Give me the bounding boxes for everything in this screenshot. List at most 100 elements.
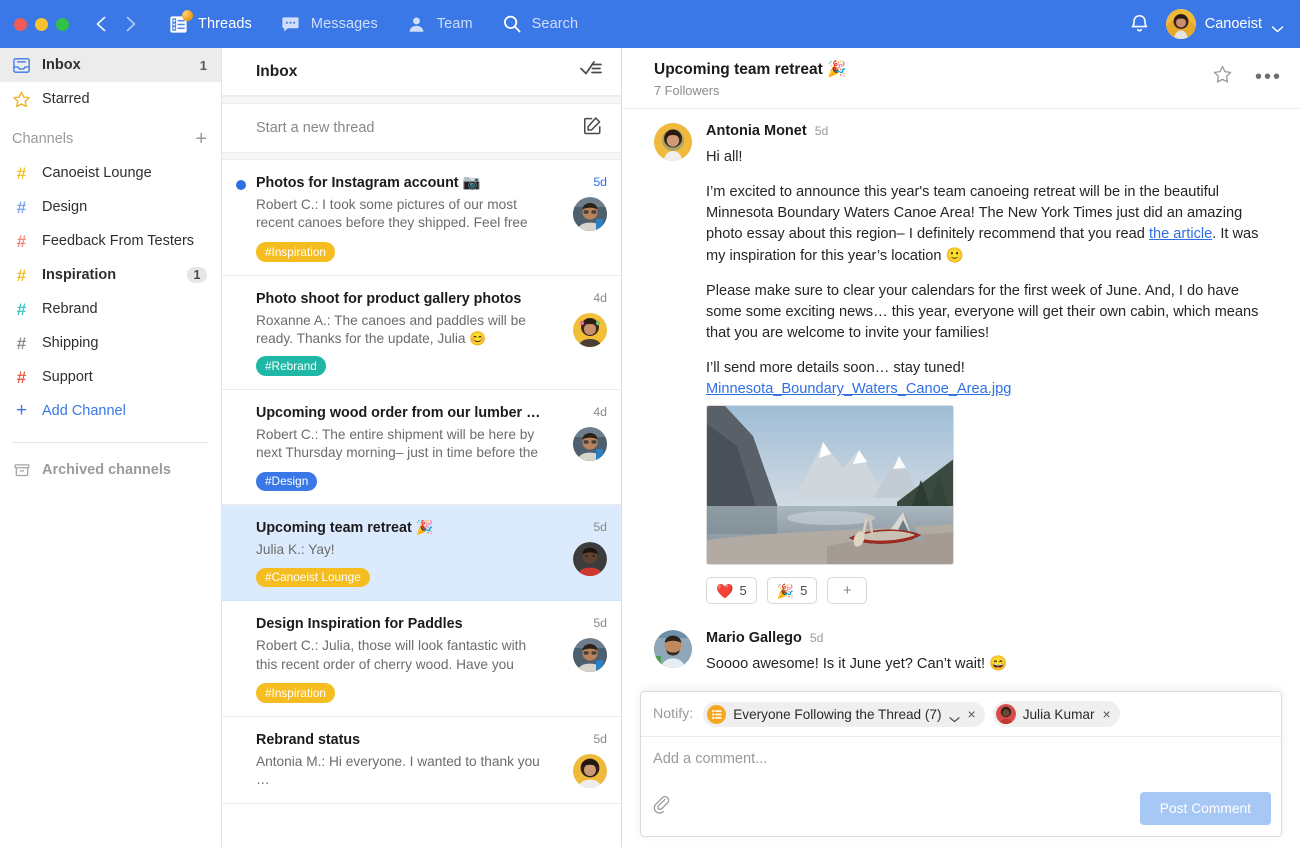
thread-item-main: Upcoming wood order from our lumber supp…	[256, 405, 541, 492]
reaction-party[interactable]: 🎉 5	[767, 577, 818, 604]
sidebar-item-archived-channels[interactable]: Archived channels	[0, 453, 221, 487]
hash-icon: #	[12, 198, 31, 217]
avatar[interactable]	[654, 630, 692, 668]
attachment-thumbnail[interactable]	[706, 405, 954, 565]
thread-list-title: Inbox	[256, 63, 579, 81]
paperclip-icon[interactable]	[653, 796, 673, 821]
nav-team-label: Team	[437, 16, 473, 32]
avatar	[573, 638, 607, 672]
nav-threads[interactable]: Threads	[167, 13, 252, 35]
thread-channel-tag[interactable]: #Rebrand	[256, 356, 326, 376]
threads-list-icon	[167, 13, 189, 35]
thread-subject: Upcoming team retreat 🎉	[256, 520, 541, 536]
avatar[interactable]	[654, 123, 692, 161]
message-text: Soooo awesome! Is it June yet? Can’t wai…	[706, 654, 1272, 675]
nav-search[interactable]: Search	[501, 13, 579, 35]
notify-chip-julia-kumar[interactable]: Julia Kumar ×	[993, 701, 1120, 727]
message-header: Antonia Monet 5d	[706, 123, 1272, 139]
attachment-link[interactable]: Minnesota_Boundary_Waters_Canoe_Area.jpg	[706, 381, 1272, 397]
history-nav	[91, 13, 141, 35]
thread-list-item[interactable]: Photo shoot for product gallery photosRo…	[222, 276, 621, 390]
thread-detail-panel: Upcoming team retreat 🎉 7 Followers •••	[622, 48, 1300, 847]
post-comment-button[interactable]: Post Comment	[1140, 792, 1271, 825]
message-time: 5d	[810, 631, 824, 645]
channel-list: #Canoeist Lounge#Design#Feedback From Te…	[0, 156, 221, 394]
sidebar-item-starred[interactable]: Starred	[0, 82, 221, 116]
message-header: Mario Gallego 5d	[706, 630, 1272, 646]
reaction-count: 5	[800, 583, 807, 598]
message: Mario Gallego 5d Soooo awesome! Is it Ju…	[622, 608, 1300, 679]
thread-time: 4d	[593, 291, 607, 305]
reaction-heart[interactable]: ❤️ 5	[706, 577, 757, 604]
thread-header-actions: •••	[1212, 60, 1282, 90]
sidebar-item-channel[interactable]: #Design	[0, 190, 221, 224]
notify-chip-label: Julia Kumar	[1023, 707, 1095, 722]
thread-channel-tag[interactable]: #Design	[256, 472, 317, 492]
close-window-button[interactable]	[14, 18, 27, 31]
sidebar-item-channel[interactable]: #Support	[0, 360, 221, 394]
thread-list-spacer	[222, 96, 621, 104]
user-menu[interactable]: Canoeist	[1166, 9, 1284, 39]
thread-list-item[interactable]: Rebrand statusAntonia M.: Hi everyone. I…	[222, 717, 621, 804]
sidebar-item-inbox[interactable]: Inbox 1	[0, 48, 221, 82]
message-paragraph: Please make sure to clear your calendars…	[706, 281, 1272, 344]
app-window: Threads Messages	[0, 0, 1300, 847]
sidebar-item-channel[interactable]: #Shipping	[0, 326, 221, 360]
thread-time: 5d	[593, 175, 607, 189]
nav-messages[interactable]: Messages	[280, 13, 378, 35]
hash-icon: #	[12, 164, 31, 183]
notify-row: Notify: Everyone F	[641, 692, 1281, 737]
comment-input[interactable]: Add a comment...	[641, 737, 1281, 783]
channels-section-title: Channels	[12, 131, 195, 147]
thread-item-meta: 4d	[549, 405, 607, 492]
thread-time: 5d	[593, 732, 607, 746]
compose-icon[interactable]	[582, 115, 603, 141]
thread-list-item[interactable]: Design Inspiration for PaddlesRobert C.:…	[222, 601, 621, 717]
notify-chip-everyone[interactable]: Everyone Following the Thread (7) ×	[703, 702, 984, 727]
sidebar-item-channel[interactable]: #Rebrand	[0, 292, 221, 326]
hash-icon: #	[12, 266, 31, 285]
more-options-icon[interactable]: •••	[1255, 71, 1282, 83]
sidebar: Inbox 1 Starred Channels + #Canoeist Lou…	[0, 48, 222, 847]
thread-list-item[interactable]: Photos for Instagram account 📷Robert C.:…	[222, 160, 621, 276]
unread-dot	[236, 180, 246, 190]
remove-chip-icon[interactable]: ×	[968, 706, 976, 722]
hash-icon: #	[12, 300, 31, 319]
back-button[interactable]	[91, 13, 113, 35]
inbox-unread-count: 1	[200, 58, 207, 73]
sidebar-divider	[12, 442, 209, 443]
minimize-window-button[interactable]	[35, 18, 48, 31]
remove-chip-icon[interactable]: ×	[1102, 706, 1110, 722]
message-paragraph: I’ll send more details soon… stay tuned!	[706, 358, 1272, 379]
zoom-window-button[interactable]	[56, 18, 69, 31]
thread-channel-tag[interactable]: #Inspiration	[256, 683, 335, 703]
sidebar-item-channel[interactable]: #Canoeist Lounge	[0, 156, 221, 190]
add-channel-button[interactable]: + Add Channel	[0, 394, 221, 428]
sidebar-item-channel[interactable]: #Inspiration1	[0, 258, 221, 292]
bell-icon[interactable]	[1128, 12, 1152, 36]
message-time: 5d	[815, 124, 829, 138]
forward-button[interactable]	[119, 13, 141, 35]
star-outline-icon[interactable]	[1212, 64, 1233, 90]
article-link[interactable]: the article	[1149, 226, 1212, 242]
channel-label: Support	[42, 369, 207, 385]
thread-followers-icon	[707, 705, 726, 724]
thread-list-item[interactable]: Upcoming wood order from our lumber supp…	[222, 390, 621, 506]
start-new-thread-row[interactable]: Start a new thread	[222, 104, 621, 152]
mark-all-read-icon[interactable]	[579, 59, 603, 84]
nav-team[interactable]: Team	[406, 13, 473, 35]
thread-subject: Upcoming wood order from our lumber supp…	[256, 405, 541, 421]
thread-subject: Design Inspiration for Paddles	[256, 616, 541, 632]
thread-list-item[interactable]: Upcoming team retreat 🎉Julia K.: Yay!#Ca…	[222, 505, 621, 601]
sidebar-item-channel[interactable]: #Feedback From Testers	[0, 224, 221, 258]
message-text: Hi all! I’m excited to announce this yea…	[706, 147, 1272, 379]
thread-channel-tag[interactable]: #Inspiration	[256, 242, 335, 262]
add-reaction-button[interactable]: +	[827, 577, 867, 604]
chevron-down-icon[interactable]	[949, 711, 960, 718]
title-bar-right: Canoeist	[1128, 9, 1300, 39]
notify-chip-label: Everyone Following the Thread (7)	[733, 707, 941, 722]
channel-label: Inspiration	[42, 267, 176, 283]
plus-icon[interactable]: +	[195, 129, 207, 149]
thread-channel-tag[interactable]: #Canoeist Lounge	[256, 568, 370, 588]
start-new-thread-label: Start a new thread	[256, 120, 582, 136]
